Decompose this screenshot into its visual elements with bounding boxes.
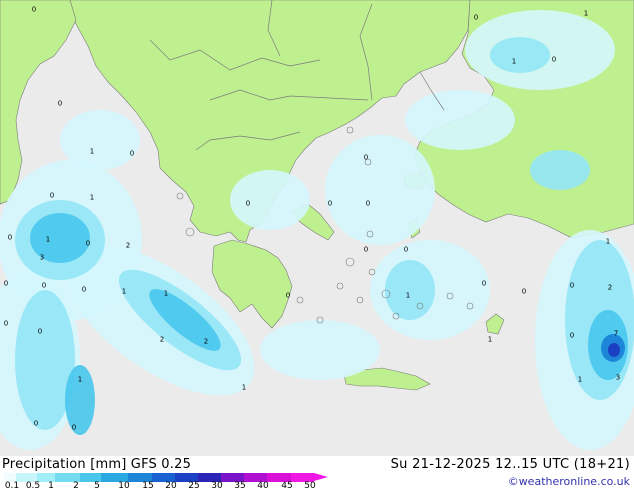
precip-value: 2 <box>607 283 613 292</box>
precip-value: 0 <box>33 419 39 428</box>
precip-value: 1 <box>163 289 169 298</box>
precip-value: 1 <box>487 335 493 344</box>
map-canvas <box>0 0 634 456</box>
map-title: Precipitation [mm] GFS 0.25 <box>2 457 192 472</box>
precip-value: 0 <box>85 239 91 248</box>
precip-value: 2 <box>125 241 131 250</box>
precip-value: 0 <box>363 245 369 254</box>
precip-value: 1 <box>583 9 589 18</box>
precip-value: 7 <box>613 329 619 338</box>
precip-value: 0 <box>569 331 575 340</box>
precip-value: 0 <box>81 285 87 294</box>
precip-peak <box>601 334 625 362</box>
precip-value: 2 <box>159 335 165 344</box>
precip-value: 0 <box>37 327 43 336</box>
precip-value: 1 <box>511 57 517 66</box>
precip-value: 1 <box>121 287 127 296</box>
precipitation-map[interactable]: 0010000110230001120000010000012201017131… <box>0 0 634 456</box>
precip-value: 0 <box>521 287 527 296</box>
precip-value: 1 <box>89 147 95 156</box>
precip-value: 1 <box>241 383 247 392</box>
precip-value: 0 <box>49 191 55 200</box>
precip-value: 0 <box>129 149 135 158</box>
precip-value: 0 <box>473 13 479 22</box>
precip-value: 2 <box>203 337 209 346</box>
precip-value: 0 <box>481 279 487 288</box>
precip-value: 0 <box>569 281 575 290</box>
precip-value: 0 <box>3 319 9 328</box>
precip-value: 1 <box>605 237 611 246</box>
precip-value: 0 <box>403 245 409 254</box>
precip-value: 0 <box>3 279 9 288</box>
credit-link[interactable]: ©weatheronline.co.uk <box>508 475 630 488</box>
precip-value: 0 <box>245 199 251 208</box>
precip-value: 0 <box>363 153 369 162</box>
precip-value: 1 <box>89 193 95 202</box>
precip-value: 0 <box>41 281 47 290</box>
precip-value: 0 <box>7 233 13 242</box>
precip-value: 0 <box>57 99 63 108</box>
precip-value: 0 <box>31 5 37 14</box>
legend-arrow <box>314 473 328 481</box>
precip-value: 3 <box>39 253 45 262</box>
precip-value: 0 <box>71 423 77 432</box>
precip-value: 0 <box>551 55 557 64</box>
precip-value: 0 <box>327 199 333 208</box>
precip-value: 1 <box>577 375 583 384</box>
precip-value: 1 <box>77 375 83 384</box>
forecast-datetime: Su 21-12-2025 12..15 UTC (18+21) <box>390 457 630 472</box>
precip-value: 3 <box>615 373 621 382</box>
precip-value: 0 <box>285 291 291 300</box>
precip-value: 1 <box>405 291 411 300</box>
precip-value: 0 <box>365 199 371 208</box>
footer: Precipitation [mm] GFS 0.25 Su 21-12-202… <box>0 456 634 491</box>
precip-value: 1 <box>45 235 51 244</box>
